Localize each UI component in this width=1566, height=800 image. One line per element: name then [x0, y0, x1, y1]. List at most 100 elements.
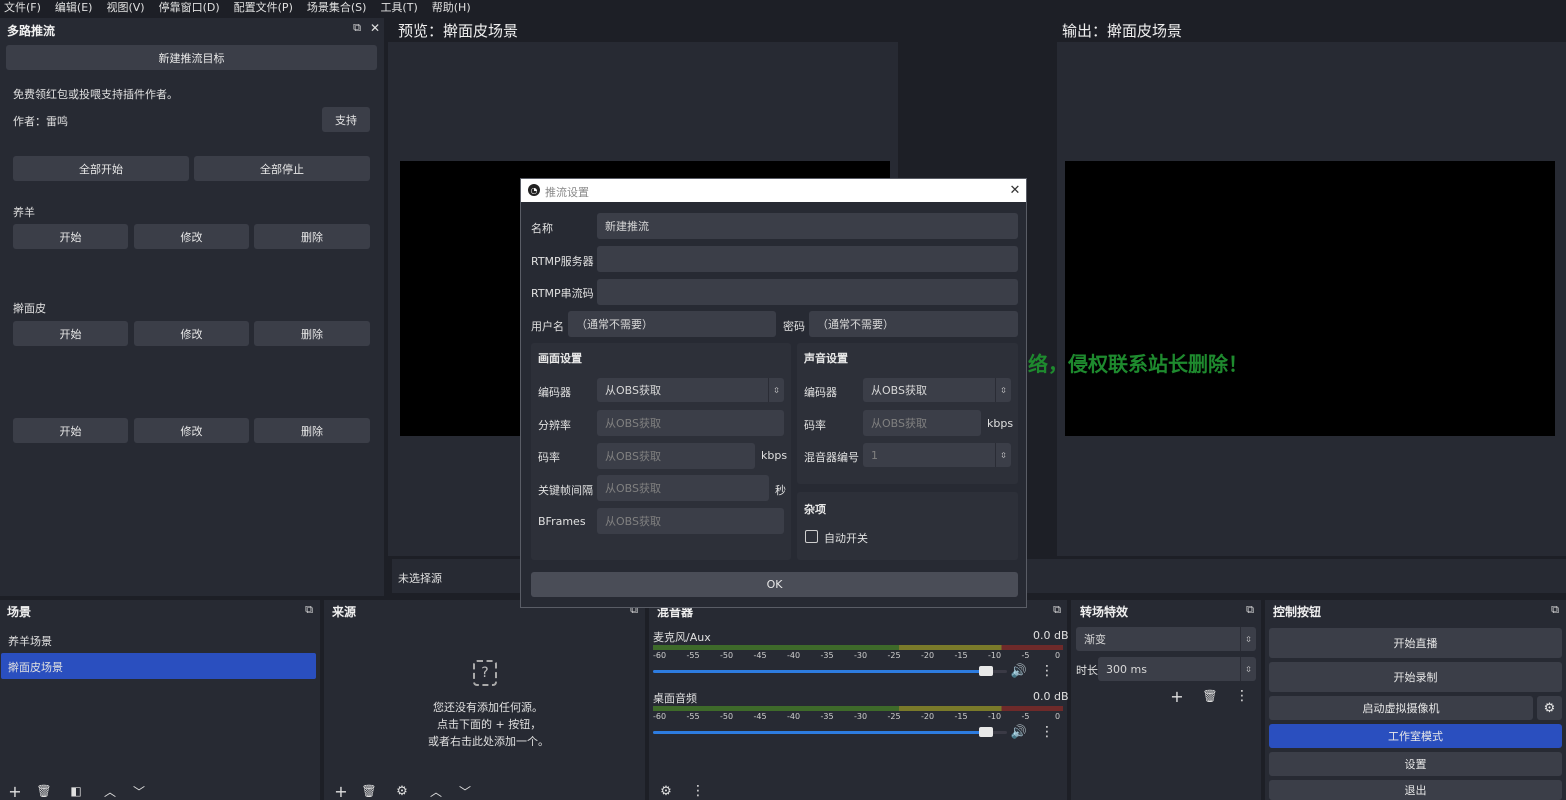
float-icon[interactable]: ⧉ [1050, 603, 1064, 617]
speaker-icon[interactable]: 🔊 [1011, 724, 1027, 740]
dialog-title: 推流设置 [545, 186, 589, 199]
add-icon[interactable]: + [1165, 686, 1189, 706]
duration-input[interactable]: 300 ms ⇳ [1098, 657, 1256, 681]
name-input[interactable]: 新建推流 [597, 213, 1018, 239]
meter-tick-label: -5 [1021, 712, 1030, 721]
studio-mode-button[interactable]: 工作室模式 [1269, 724, 1562, 748]
volume-handle[interactable] [978, 727, 993, 737]
exit-button[interactable]: 退出 [1269, 780, 1562, 800]
meter-tick-label: -10 [988, 712, 1002, 721]
target-delete-button[interactable]: 删除 [254, 418, 370, 443]
trash-icon[interactable]: 🗑 [35, 782, 53, 800]
target-delete-button[interactable]: 删除 [254, 321, 370, 346]
target-edit-button[interactable]: 修改 [134, 418, 249, 443]
menu-scene-collection[interactable]: 场景集合(S) [307, 0, 367, 16]
rtmp-key-label: RTMP串流码 [531, 287, 594, 300]
scene-item[interactable]: 养羊场景 [8, 633, 52, 649]
float-icon[interactable]: ⧉ [1548, 603, 1562, 617]
chevron-updown-icon: ⇳ [768, 378, 784, 402]
mixer-track-value: 1 [871, 448, 878, 462]
password-input[interactable]: （通常不需要） [809, 311, 1018, 337]
username-label: 用户名 [531, 320, 564, 333]
start-all-button[interactable]: 全部开始 [13, 156, 189, 181]
target-delete-button[interactable]: 删除 [254, 224, 370, 249]
move-up-icon[interactable]: ︿ [427, 782, 445, 800]
target-name: 养羊 [13, 206, 35, 219]
target-start-button[interactable]: 开始 [13, 321, 128, 346]
username-input[interactable]: （通常不需要） [568, 311, 776, 337]
menu-profile[interactable]: 配置文件(P) [234, 0, 293, 16]
level-meter [653, 645, 1063, 650]
volume-track[interactable] [653, 666, 1007, 676]
empty-line: 或者右击此处添加一个。 [428, 735, 549, 748]
float-icon[interactable]: ⧉ [302, 603, 316, 617]
target-edit-button[interactable]: 修改 [134, 224, 249, 249]
audio-bitrate-input[interactable]: 从OBS获取 [863, 410, 981, 436]
duration-label: 时长 [1076, 664, 1098, 677]
gear-icon[interactable]: ⚙ [657, 782, 675, 800]
float-icon[interactable]: ⧉ [350, 21, 364, 35]
video-bitrate-input[interactable]: 从OBS获取 [597, 443, 755, 469]
menu-file[interactable]: 文件(F) [4, 0, 41, 16]
stop-all-button[interactable]: 全部停止 [194, 156, 370, 181]
rtmp-server-input[interactable] [597, 246, 1018, 272]
audio-bitrate-label: 码率 [804, 419, 826, 432]
more-icon[interactable]: ⋮ [689, 782, 707, 800]
move-down-icon[interactable]: ﹀ [456, 782, 474, 800]
app-logo-icon: ◔ [528, 184, 540, 196]
support-button[interactable]: 支持 [322, 107, 370, 132]
meter-tick-label: -50 [720, 651, 734, 660]
virtual-cam-settings-button[interactable]: ⚙ [1537, 696, 1562, 720]
move-up-icon[interactable]: ︿ [101, 782, 119, 800]
volume-fill [653, 670, 986, 673]
start-record-button[interactable]: 开始录制 [1269, 662, 1562, 692]
more-icon[interactable]: ⋮ [1037, 722, 1057, 742]
virtual-cam-button[interactable]: 启动虚拟摄像机 [1269, 696, 1533, 720]
speaker-icon[interactable]: 🔊 [1011, 663, 1027, 679]
target-name: 擀面皮 [13, 302, 46, 315]
stream-settings-dialog: ◔ 推流设置 ✕ 名称 新建推流 RTMP服务器 RTMP串流码 用户名 （通常… [520, 178, 1027, 608]
more-icon[interactable]: ⋮ [1037, 661, 1057, 681]
audio-group-title: 声音设置 [804, 352, 848, 365]
trash-icon[interactable]: 🗑 [360, 782, 378, 800]
trash-icon[interactable]: 🗑 [1198, 686, 1222, 706]
resolution-input[interactable]: 从OBS获取 [597, 410, 784, 436]
move-down-icon[interactable]: ﹀ [130, 782, 148, 800]
menu-edit[interactable]: 编辑(E) [55, 0, 93, 16]
target-start-button[interactable]: 开始 [13, 418, 128, 443]
close-icon[interactable]: ✕ [368, 21, 382, 35]
settings-button[interactable]: 设置 [1269, 752, 1562, 776]
menu-view[interactable]: 视图(V) [106, 0, 144, 16]
ok-button[interactable]: OK [531, 572, 1018, 597]
add-scene-icon[interactable]: + [6, 782, 24, 800]
gear-icon[interactable]: ⚙ [393, 782, 411, 800]
menu-docks[interactable]: 停靠窗口(D) [159, 0, 220, 16]
menu-help[interactable]: 帮助(H) [432, 0, 471, 16]
video-encoder-select[interactable]: 从OBS获取 ⇳ [597, 378, 784, 402]
meter-tick-label: -25 [887, 712, 901, 721]
filter-icon[interactable]: ◧ [67, 782, 85, 800]
empty-line: 您还没有添加任何源。 [433, 701, 543, 714]
audio-encoder-select[interactable]: 从OBS获取 ⇳ [863, 378, 1011, 402]
target-start-button[interactable]: 开始 [13, 224, 128, 249]
controls-dock: 控制按钮 ⧉ 开始直播 开始录制 启动虚拟摄像机 ⚙ 工作室模式 设置 退出 [1265, 600, 1566, 800]
target-edit-button[interactable]: 修改 [134, 321, 249, 346]
scene-item[interactable]: 擀面皮场景 [8, 659, 63, 675]
mixer-track-input[interactable]: 1 ⇳ [863, 443, 1011, 467]
transition-select[interactable]: 渐变 ⇳ [1076, 627, 1256, 651]
new-target-button[interactable]: 新建推流目标 [6, 45, 377, 70]
bframes-input[interactable]: 从OBS获取 [597, 508, 784, 534]
volume-handle[interactable] [978, 666, 993, 676]
menu-tools[interactable]: 工具(T) [380, 0, 417, 16]
audio-encoder-label: 编码器 [804, 386, 837, 399]
start-stream-button[interactable]: 开始直播 [1269, 628, 1562, 658]
output-title: 输出：擀面皮场景 [1062, 22, 1183, 40]
keyframe-input[interactable]: 从OBS获取 [597, 475, 769, 501]
more-icon[interactable]: ⋮ [1230, 686, 1254, 706]
auto-toggle-checkbox[interactable] [805, 530, 818, 543]
close-icon[interactable]: ✕ [1007, 182, 1023, 198]
volume-track[interactable] [653, 727, 1007, 737]
rtmp-key-input[interactable] [597, 279, 1018, 305]
float-icon[interactable]: ⧉ [1243, 603, 1257, 617]
add-source-icon[interactable]: + [332, 782, 350, 800]
